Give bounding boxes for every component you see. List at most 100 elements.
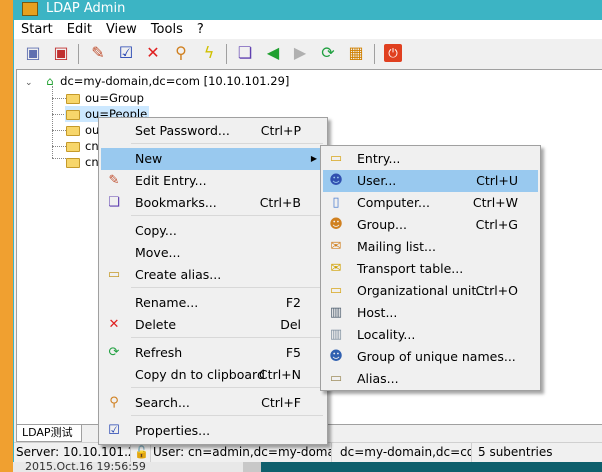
menu-tools[interactable]: Tools xyxy=(144,20,190,39)
refresh-icon[interactable]: ⟳ xyxy=(319,44,337,62)
menu-edit[interactable]: Edit xyxy=(60,20,99,39)
context-menu: Set Password... Ctrl+P New ▶ ✎ Edit Entry... ❏… xyxy=(98,117,328,445)
submenu-item-user[interactable]: ☻ User... Ctrl+U xyxy=(323,170,538,192)
transport-icon: ✉ xyxy=(330,261,342,276)
menu-item-label: Copy... xyxy=(135,223,177,238)
status-server: Server: 10.10.101.29 xyxy=(14,443,131,462)
menu-item-label: Entry... xyxy=(357,151,401,166)
menu-item-label: Properties... xyxy=(135,423,211,438)
status-bar: Server: 10.10.101.29 🔓 User: cn=admin,dc… xyxy=(14,442,602,462)
menu-item-shortcut: Ctrl+B xyxy=(259,195,301,210)
chevron-down-icon[interactable]: ⌄ xyxy=(25,78,33,88)
bookmarks-icon: ❏ xyxy=(108,195,120,210)
menu-item-shortcut: F2 xyxy=(285,295,301,310)
title-bar[interactable]: LDAP Admin xyxy=(14,0,602,20)
submenu-item-host[interactable]: ▥ Host... xyxy=(323,302,538,324)
menu-item-label: Refresh xyxy=(135,345,183,360)
menu-item-properties[interactable]: ☑ Properties... xyxy=(101,420,325,442)
tree-root[interactable]: ⌄ ⌂ dc=my-domain,dc=com [10.10.101.29] xyxy=(25,73,289,89)
menu-item-label: Organizational unit... xyxy=(357,283,489,298)
menu-view[interactable]: View xyxy=(99,20,144,39)
lightning-icon[interactable]: ϟ xyxy=(200,44,218,62)
forward-icon[interactable]: ▶ xyxy=(291,44,309,62)
desktop-datetime: 2015.Oct.16 19:56:59 xyxy=(13,462,243,472)
desktop-strip xyxy=(0,0,13,472)
ou-icon: ▭ xyxy=(329,283,343,298)
menu-item-label: Copy dn to clipboard xyxy=(135,367,265,382)
menu-separator xyxy=(131,337,323,338)
menu-item-set-password[interactable]: Set Password... Ctrl+P xyxy=(101,120,325,142)
disconnect-icon[interactable]: ▣ xyxy=(52,44,70,62)
tree-node[interactable]: ou=Group xyxy=(66,90,144,106)
menu-separator xyxy=(131,415,323,416)
menu-item-rename[interactable]: Rename... F2 xyxy=(101,292,325,314)
edit-icon: ✎ xyxy=(108,173,120,188)
refresh-icon: ⟳ xyxy=(108,345,120,360)
menu-item-shortcut: Ctrl+P xyxy=(260,123,301,138)
menu-item-shortcut: Ctrl+U xyxy=(476,173,518,188)
submenu-item-locality[interactable]: ▥ Locality... xyxy=(323,324,538,346)
menu-item-shortcut: Ctrl+W xyxy=(472,195,518,210)
menu-item-label: Alias... xyxy=(357,371,399,386)
menu-item-create-alias[interactable]: ▭ Create alias... xyxy=(101,264,325,286)
exit-icon[interactable]: ⏻ xyxy=(384,44,402,62)
window-title: LDAP Admin xyxy=(46,1,126,16)
menu-item-label: Group of unique names... xyxy=(357,349,516,364)
menu-item-copy[interactable]: Copy... xyxy=(101,220,325,242)
tree-line xyxy=(52,86,53,158)
menu-item-shortcut: Ctrl+F xyxy=(261,395,301,410)
search-icon[interactable]: ⚲ xyxy=(172,44,190,62)
submenu-item-alias[interactable]: ▭ Alias... xyxy=(323,368,538,390)
bookmarks-icon[interactable]: ❏ xyxy=(236,44,254,62)
menu-item-label: Edit Entry... xyxy=(135,173,207,188)
menu-item-shortcut: Ctrl+N xyxy=(258,367,301,382)
menu-item-refresh[interactable]: ⟳ Refresh F5 xyxy=(101,342,325,364)
menu-item-edit-entry[interactable]: ✎ Edit Entry... xyxy=(101,170,325,192)
menu-help[interactable]: ? xyxy=(190,20,211,39)
edit-icon[interactable]: ✎ xyxy=(89,44,107,62)
menu-item-copy-dn-to-clipboard[interactable]: Copy dn to clipboard Ctrl+N xyxy=(101,364,325,386)
submenu-item-entry[interactable]: ▭ Entry... xyxy=(323,148,538,170)
menu-item-search[interactable]: ⚲ Search... Ctrl+F xyxy=(101,392,325,414)
submenu-item-group[interactable]: ☻ Group... Ctrl+G xyxy=(323,214,538,236)
submenu-item-group-of-unique-names[interactable]: ☻ Group of unique names... xyxy=(323,346,538,368)
menu-item-new[interactable]: New ▶ xyxy=(101,148,325,170)
menu-item-label: Bookmarks... xyxy=(135,195,217,210)
folder-icon xyxy=(66,157,80,168)
host-icon: ▥ xyxy=(329,305,343,320)
tree-line xyxy=(52,98,66,99)
menu-item-label: User... xyxy=(357,173,397,188)
menu-item-label: Delete xyxy=(135,317,177,332)
toolbar: ▣ ▣ ✎ ☑ ✕ ⚲ ϟ ❏ ◀ ▶ ⟳ ▦ ⏻ xyxy=(14,39,602,67)
menu-item-bookmarks[interactable]: ❏ Bookmarks... Ctrl+B xyxy=(101,192,325,214)
schema-icon[interactable]: ▦ xyxy=(347,44,365,62)
submenu-item-computer[interactable]: ▯ Computer... Ctrl+W xyxy=(323,192,538,214)
menu-item-label: Rename... xyxy=(135,295,199,310)
delete-icon[interactable]: ✕ xyxy=(144,44,162,62)
menu-separator xyxy=(131,287,323,288)
submenu-item-transport-table[interactable]: ✉ Transport table... xyxy=(323,258,538,280)
properties-icon[interactable]: ☑ xyxy=(117,44,135,62)
menu-item-label: Locality... xyxy=(357,327,416,342)
back-icon[interactable]: ◀ xyxy=(264,44,282,62)
menu-item-delete[interactable]: ✕ Delete Del xyxy=(101,314,325,336)
submenu-item-mailing-list[interactable]: ✉ Mailing list... xyxy=(323,236,538,258)
alias-icon: ▭ xyxy=(107,267,121,282)
menu-item-label: New xyxy=(135,151,163,166)
tree-line xyxy=(52,130,66,131)
submenu-item-organizational-unit[interactable]: ▭ Organizational unit... Ctrl+O xyxy=(323,280,538,302)
toolbar-separator xyxy=(374,44,375,64)
menu-item-move[interactable]: Move... xyxy=(101,242,325,264)
tab-connection[interactable]: LDAP测试 xyxy=(16,425,82,442)
menu-separator xyxy=(131,215,323,216)
menu-start[interactable]: Start xyxy=(14,20,60,39)
menu-item-label: Set Password... xyxy=(135,123,230,138)
menu-item-label: Computer... xyxy=(357,195,430,210)
folder-icon xyxy=(66,141,80,152)
folder-icon xyxy=(66,109,80,120)
search-icon: ⚲ xyxy=(109,395,119,410)
delete-icon: ✕ xyxy=(108,317,120,332)
connect-icon[interactable]: ▣ xyxy=(24,44,42,62)
toolbar-separator xyxy=(78,44,79,64)
mailing-list-icon: ✉ xyxy=(330,239,342,254)
